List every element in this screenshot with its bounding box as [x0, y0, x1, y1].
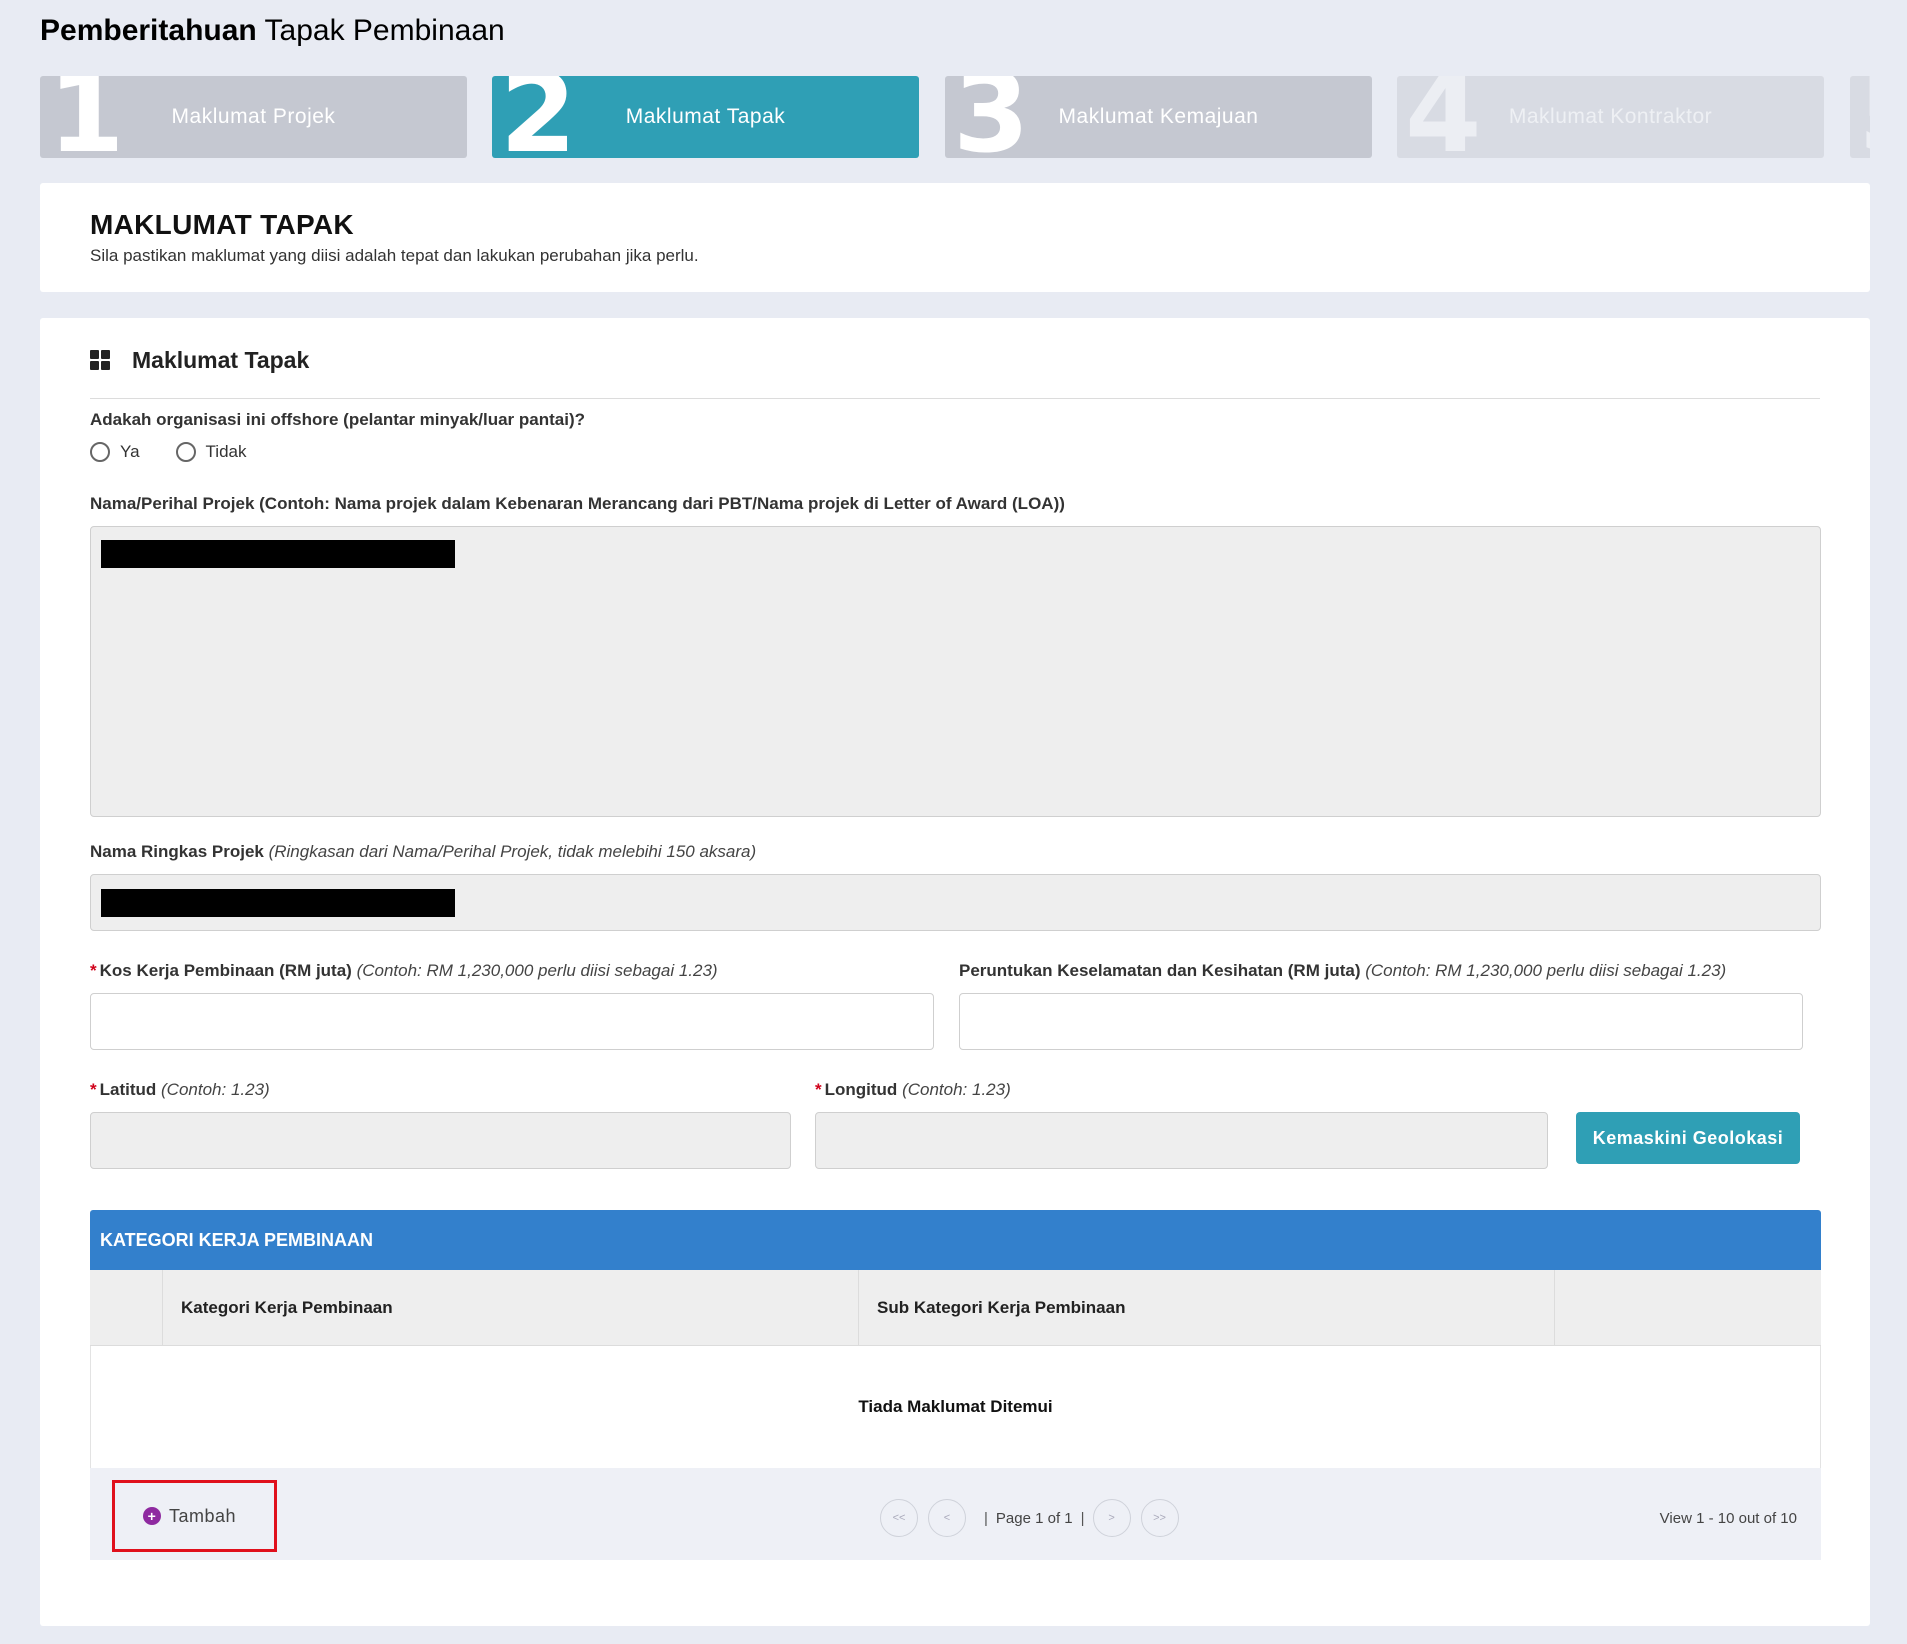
- project-name-label: Nama/Perihal Projek (Contoh: Nama projek…: [90, 494, 1065, 513]
- category-table: KATEGORI KERJA PEMBINAAN Kategori Kerja …: [90, 1210, 1821, 1560]
- first-page-button[interactable]: <<: [880, 1499, 918, 1537]
- radio-ya[interactable]: Ya: [90, 442, 140, 462]
- longitude-input[interactable]: [815, 1112, 1548, 1169]
- main-card: Maklumat Tapak Adakah organisasi ini off…: [40, 318, 1870, 1626]
- step-label: Maklumat Kemajuan: [1058, 105, 1259, 128]
- offshore-radio-group: Ya Tidak: [90, 442, 283, 462]
- pager-separator: |: [984, 1509, 988, 1527]
- safety-label: Peruntukan Keselamatan dan Kesihatan (RM…: [959, 961, 1727, 980]
- section-title: Maklumat Tapak: [132, 347, 310, 373]
- add-label: Tambah: [169, 1505, 237, 1526]
- add-button[interactable]: + Tambah: [112, 1480, 277, 1552]
- radio-tidak[interactable]: Tidak: [175, 442, 247, 462]
- table-empty-message: Tiada Maklumat Ditemui: [90, 1346, 1821, 1468]
- table-header-select: [90, 1270, 163, 1345]
- latitude-label: * Latitud (Contoh: 1.23): [90, 1080, 270, 1099]
- intro-card: MAKLUMAT TAPAK Sila pastikan maklumat ya…: [40, 183, 1870, 292]
- step-5: 5: [1850, 76, 1870, 158]
- cost-label: * Kos Kerja Pembinaan (RM juta) (Contoh: …: [90, 961, 718, 980]
- table-footer: + Tambah << < | Page 1 of 1 | > >> View …: [90, 1468, 1821, 1560]
- pager-separator: |: [1080, 1509, 1085, 1527]
- page-title: MAKLUMAT TAPAK: [90, 209, 354, 240]
- grid-icon: [90, 350, 110, 370]
- table-header-actions: [1555, 1270, 1821, 1345]
- redacted-text: [101, 540, 455, 568]
- update-geolocation-button[interactable]: Kemaskini Geolokasi: [1576, 1112, 1800, 1164]
- offshore-question: Adakah organisasi ini offshore (pelantar…: [90, 410, 586, 429]
- step-maklumat-kontraktor: 4 Maklumat Kontraktor: [1397, 76, 1824, 158]
- cost-input[interactable]: [90, 993, 934, 1050]
- next-page-button[interactable]: >: [1092, 1499, 1131, 1537]
- step-label: Maklumat Projek: [171, 105, 336, 128]
- short-name-input[interactable]: [90, 874, 1821, 931]
- table-header-category[interactable]: Kategori Kerja Pembinaan: [163, 1270, 859, 1345]
- step-maklumat-tapak[interactable]: 2 Maklumat Tapak: [492, 76, 919, 158]
- latitude-input[interactable]: [90, 1112, 791, 1169]
- table-title: KATEGORI KERJA PEMBINAAN: [90, 1210, 1821, 1270]
- redacted-text: [101, 889, 455, 917]
- radio-label: Ya: [120, 442, 140, 461]
- longitude-label: * Longitud (Contoh: 1.23): [815, 1080, 1011, 1099]
- table-header-row: Kategori Kerja Pembinaan Sub Kategori Ke…: [90, 1270, 1821, 1346]
- view-info: View 1 - 10 out of 10: [1659, 1510, 1797, 1527]
- wizard-steps: 1 Maklumat Projek 2 Maklumat Tapak 3 Mak…: [40, 76, 1870, 158]
- page-heading: Pemberitahuan Tapak Pembinaan: [40, 14, 505, 47]
- radio-circle-icon[interactable]: [175, 442, 196, 462]
- pagination: << < | Page 1 of 1 | > >>: [880, 1499, 1189, 1537]
- prev-page-button[interactable]: <: [928, 1499, 966, 1537]
- safety-input[interactable]: [959, 993, 1803, 1050]
- page-indicator: Page 1 of 1: [995, 1509, 1073, 1527]
- plus-circle-icon: +: [143, 1507, 161, 1525]
- step-maklumat-kemajuan[interactable]: 3 Maklumat Kemajuan: [945, 76, 1372, 158]
- section-header: Maklumat Tapak: [90, 344, 1820, 399]
- short-name-label: Nama Ringkas Projek (Ringkasan dari Nama…: [90, 842, 757, 861]
- table-header-subcategory[interactable]: Sub Kategori Kerja Pembinaan: [859, 1270, 1555, 1345]
- page-subtitle: Sila pastikan maklumat yang diisi adalah…: [90, 246, 699, 265]
- project-name-textarea[interactable]: [90, 526, 1821, 817]
- step-maklumat-projek[interactable]: 1 Maklumat Projek: [40, 76, 467, 158]
- radio-label: Tidak: [205, 442, 247, 461]
- radio-circle-icon[interactable]: [90, 442, 110, 462]
- step-label: Maklumat Kontraktor: [1508, 105, 1713, 128]
- step-label: Maklumat Tapak: [625, 105, 786, 128]
- step-number: 5: [1858, 76, 1870, 158]
- last-page-button[interactable]: >>: [1140, 1499, 1179, 1537]
